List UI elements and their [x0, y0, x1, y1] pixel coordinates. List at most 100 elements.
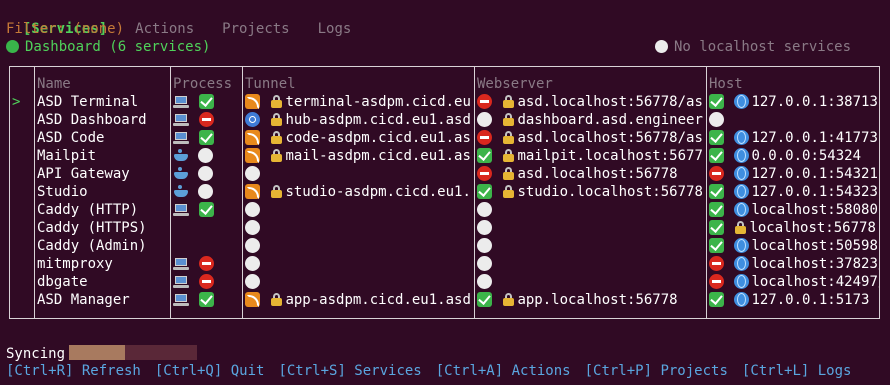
white-circle-icon [709, 112, 724, 127]
table-row[interactable]: > ASD Terminal terminal-asdpm.cicd.eu… a… [10, 93, 879, 111]
webserver-url: dashboard.asd.engineer… [517, 112, 703, 128]
check-icon [709, 94, 724, 109]
project-status: Dashboard (6 services) [6, 38, 210, 56]
host-address: localhost:42497/ [751, 274, 879, 290]
table-row[interactable]: ASD Manager app-asdpm.cicd.eu1.asd… app.… [10, 291, 879, 309]
shortcut-quit[interactable]: [Ctrl+Q] Quit [155, 363, 265, 379]
globe-icon [734, 130, 750, 145]
wifi-icon [245, 292, 260, 307]
table-row[interactable]: API Gateway asd.localhost:56778 127.0.0.… [10, 165, 879, 183]
service-name: dbgate [37, 274, 88, 290]
tunnel-cell [245, 237, 471, 255]
check-icon [709, 130, 724, 145]
no-entry-icon [477, 94, 492, 109]
table-row[interactable]: Caddy (Admin) localhost:50598 [10, 237, 879, 255]
webserver-url: mailpit.localhost:56778 [517, 148, 703, 164]
tab-projects[interactable]: Projects [222, 21, 289, 37]
tunnel-url: app-asdpm.cicd.eu1.asd… [285, 292, 471, 308]
tunnel-cell: mail-asdpm.cicd.eu1.as… [245, 147, 471, 165]
shortcut-refresh[interactable]: [Ctrl+R] Refresh [6, 363, 141, 379]
service-name: ASD Dashboard [37, 112, 147, 128]
services-table: Name Process Tunnel Webserver Host > ASD… [9, 66, 880, 319]
table-row[interactable]: Caddy (HTTP) localhost:58080 [10, 201, 879, 219]
table-row[interactable]: mitmproxy localhost:37823/ [10, 255, 879, 273]
white-circle-icon [477, 238, 492, 253]
white-circle-icon [198, 184, 214, 199]
table-row[interactable]: ASD Code code-asdpm.cicd.eu1.as… asd.loc… [10, 129, 879, 147]
selection-marker: > [12, 94, 21, 110]
laptop-icon [173, 94, 189, 109]
table-row[interactable]: Mailpit mail-asdpm.cicd.eu1.as… mailpit.… [10, 147, 879, 165]
sync-label: Syncing [6, 346, 66, 362]
tab-actions[interactable]: Actions [135, 21, 194, 37]
tunnel-cell: app-asdpm.cicd.eu1.asd… [245, 291, 471, 309]
host-cell: 127.0.0.1:5173 [709, 291, 879, 309]
check-icon [477, 148, 492, 163]
host-cell: localhost:56778 [709, 219, 879, 237]
host-address: localhost:56778 [749, 220, 876, 236]
white-circle-icon [245, 238, 260, 253]
service-name: ASD Manager [37, 292, 130, 308]
host-cell: localhost:37823/ [709, 255, 879, 273]
laptop-icon [173, 130, 189, 145]
white-circle-icon [245, 256, 260, 271]
docker-whale-icon [173, 148, 188, 163]
globe-icon [734, 184, 750, 199]
tunnel-url: mail-asdpm.cicd.eu1.as… [285, 148, 471, 164]
white-circle-icon [477, 112, 492, 127]
webserver-cell: asd.localhost:56778/as… [477, 93, 703, 111]
host-cell [709, 111, 879, 129]
process-status [173, 183, 215, 201]
process-status [173, 255, 216, 273]
lock-icon [502, 166, 517, 181]
header-tunnel: Tunnel [245, 76, 296, 92]
shortcut-services[interactable]: [Ctrl+S] Services [278, 363, 421, 379]
globe-icon [734, 202, 750, 217]
white-circle-icon [245, 202, 260, 217]
tunnel-cell [245, 219, 471, 237]
webserver-url: asd.localhost:56778/as… [517, 130, 703, 146]
wifi-icon [245, 94, 260, 109]
check-icon [709, 202, 724, 217]
header-webserver: Webserver [477, 76, 553, 92]
webserver-cell [477, 237, 703, 255]
webserver-url: studio.localhost:56778 [517, 184, 703, 200]
check-icon [199, 292, 215, 307]
host-cell: 127.0.0.1:54321 [709, 165, 879, 183]
white-circle-icon [198, 166, 214, 181]
header-name: Name [37, 76, 71, 92]
globe-icon [734, 256, 750, 271]
check-icon [709, 238, 724, 253]
shortcut-actions[interactable]: [Ctrl+A] Actions [436, 363, 571, 379]
shortcut-logs[interactable]: [Ctrl+L] Logs [742, 363, 852, 379]
host-cell: 127.0.0.1:54323 [709, 183, 879, 201]
white-circle-icon [245, 166, 260, 181]
shortcut-projects[interactable]: [Ctrl+P] Projects [585, 363, 728, 379]
table-row[interactable]: Caddy (HTTPS) localhost:56778 [10, 219, 879, 237]
table-row[interactable]: dbgate localhost:42497/ [10, 273, 879, 291]
check-icon [709, 184, 724, 199]
host-cell: 0.0.0.0:54324 [709, 147, 879, 165]
host-cell: 127.0.0.1:41773 [709, 129, 879, 147]
lock-icon [270, 292, 285, 307]
table-row[interactable]: ASD Dashboard hub-asdpm.cicd.eu1.asd… da… [10, 111, 879, 129]
lock-icon [270, 184, 285, 199]
check-icon [199, 94, 215, 109]
header-host: Host [709, 76, 743, 92]
host-address: 127.0.0.1:5173 [751, 292, 870, 308]
lock-icon [270, 130, 285, 145]
host-address: localhost:50598 [751, 238, 878, 254]
process-status [173, 111, 216, 129]
tunnel-cell: studio-asdpm.cicd.eu1.… [245, 183, 471, 201]
header-process: Process [173, 76, 233, 92]
table-row[interactable]: Studio studio-asdpm.cicd.eu1.… studio.lo… [10, 183, 879, 201]
host-address: 0.0.0.0:54324 [751, 148, 862, 164]
tunnel-url: code-asdpm.cicd.eu1.as… [285, 130, 471, 146]
service-name: ASD Terminal [37, 94, 139, 110]
check-icon [477, 292, 492, 307]
webserver-cell: mailpit.localhost:56778 [477, 147, 703, 165]
white-circle-icon [655, 40, 668, 53]
check-icon [199, 202, 215, 217]
tab-logs[interactable]: Logs [318, 21, 352, 37]
lock-icon [270, 112, 285, 127]
